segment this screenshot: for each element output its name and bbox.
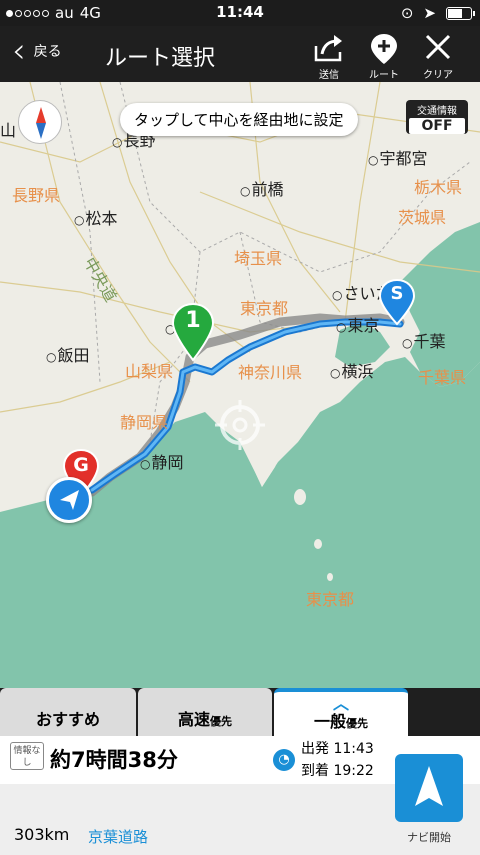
- traffic-info-title: 交通情報: [417, 106, 457, 117]
- tab-recommended[interactable]: おすすめ: [0, 688, 136, 736]
- map-label: 静岡: [140, 449, 183, 473]
- traffic-info-toggle[interactable]: 交通情報 OFF: [406, 100, 468, 134]
- map-label: 山梨県: [125, 362, 174, 381]
- start-navigation-label: ナビ開始: [407, 831, 451, 844]
- send-label: 送信: [319, 70, 339, 81]
- tab-label: おすすめ: [35, 710, 100, 729]
- battery-icon: [446, 6, 475, 20]
- close-icon: [414, 32, 462, 66]
- map-label: 横浜: [330, 358, 373, 382]
- current-location-marker: [46, 477, 92, 523]
- arrive-time: 到着 19:22: [301, 763, 374, 779]
- tab-highway-priority[interactable]: 高速優先: [138, 688, 272, 736]
- nav-bar: ‹ 戻る ルート選択 送信 ルート クリア: [0, 26, 480, 82]
- route-option-tabs: おすすめ 高速優先 ︿ 一般優先: [0, 688, 480, 736]
- map-label: 東京都: [306, 590, 355, 609]
- info-status-badge: 情報なし: [10, 742, 44, 770]
- start-navigation-button[interactable]: [395, 754, 463, 822]
- route-label: ルート: [369, 70, 399, 81]
- back-button[interactable]: ‹ 戻る: [12, 31, 62, 71]
- map-label: 千葉県: [418, 368, 467, 387]
- tab-general-road-priority[interactable]: ︿ 一般優先: [274, 688, 408, 736]
- location-arrow-icon: ➤: [423, 4, 436, 22]
- map-label: 神奈川県: [238, 363, 303, 382]
- route-map[interactable]: 山 長野 宇都宮 長野県 前橋 栃木県 松本 茨城県 埼玉県 中央道 さいたま …: [0, 82, 480, 688]
- compass-icon: [36, 107, 46, 139]
- clear-button[interactable]: クリア: [414, 32, 462, 81]
- map-label: 山: [0, 121, 17, 140]
- tab-suffix: 優先: [210, 715, 232, 728]
- clear-label: クリア: [423, 70, 453, 81]
- traffic-info-state: OFF: [409, 118, 465, 134]
- position-arrow-icon: [60, 490, 79, 510]
- map-label: 宇都宮: [368, 145, 427, 169]
- rotation-lock-icon: ⊙: [400, 4, 414, 22]
- map-label: 東京都: [240, 299, 289, 318]
- map-label: 静岡県: [120, 413, 169, 432]
- map-label: 長野県: [12, 186, 61, 205]
- back-label: 戻る: [33, 44, 62, 60]
- compass-button[interactable]: [18, 100, 62, 144]
- start-marker-label: S: [390, 283, 404, 304]
- route-distance: 303km: [14, 825, 70, 844]
- add-pin-icon: [360, 32, 408, 66]
- map-label: 松本: [74, 205, 117, 229]
- share-icon: [305, 32, 353, 66]
- via-point-pin[interactable]: 1: [170, 302, 216, 362]
- map-label: 茨城県: [398, 208, 447, 227]
- chevron-up-icon: ︿: [332, 694, 349, 713]
- map-label: 千葉: [402, 328, 445, 352]
- status-bar: au 4G 11:44 ⊙ ➤: [0, 0, 480, 26]
- map-label: 栃木県: [414, 178, 463, 197]
- via-number: 1: [185, 308, 201, 333]
- tab-suffix: 優先: [346, 717, 368, 730]
- set-waypoint-tip[interactable]: タップして中心を経由地に設定: [120, 103, 358, 136]
- route-duration: 約7時間38分: [50, 748, 178, 772]
- send-button[interactable]: 送信: [305, 32, 353, 81]
- navigation-arrow-icon: [415, 766, 443, 806]
- tab-label: 一般: [313, 712, 346, 731]
- goal-marker-label: G: [73, 454, 89, 476]
- map-label: 飯田: [46, 342, 89, 366]
- map-label: 埼玉県: [234, 249, 283, 268]
- route-button[interactable]: ルート: [360, 32, 408, 81]
- clock-icon: ◔: [273, 749, 295, 771]
- depart-time: 出発 11:43: [301, 741, 374, 757]
- page-title: ルート選択: [105, 46, 216, 71]
- route-road-link[interactable]: 京葉道路: [88, 826, 148, 847]
- map-label: 前橋: [240, 176, 283, 200]
- chevron-left-icon: ‹: [12, 31, 26, 71]
- map-label: 東京: [336, 312, 379, 336]
- tab-label: 高速: [177, 710, 210, 729]
- start-pin[interactable]: S: [378, 278, 416, 326]
- map-background: [0, 82, 480, 688]
